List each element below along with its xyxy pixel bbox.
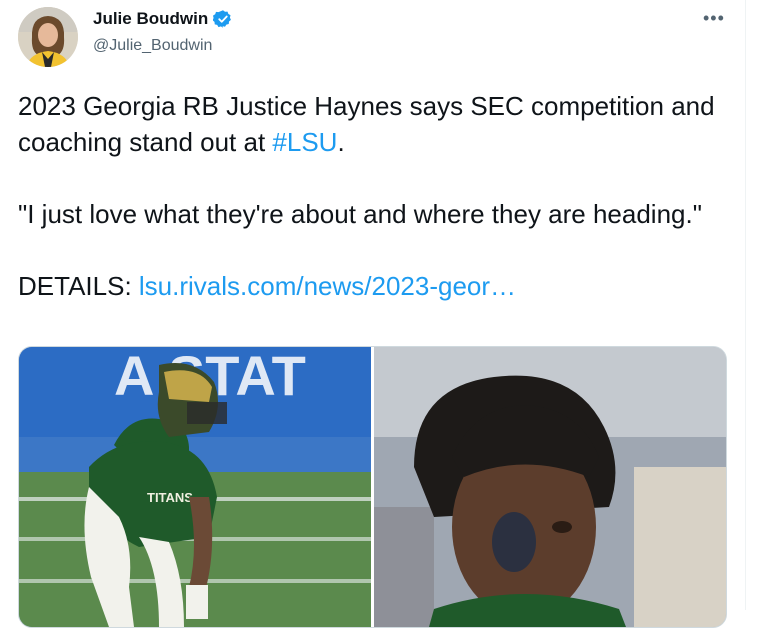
tweet-sentence: 2023 Georgia RB Justice Haynes says SEC … — [18, 91, 715, 157]
profile-photo-icon — [18, 7, 78, 67]
football-player-stance-photo[interactable]: A STAT TITANS — [19, 347, 371, 627]
tweet-paragraph-1: 2023 Georgia RB Justice Haynes says SEC … — [18, 88, 733, 160]
media-grid: A STAT TITANS — [18, 346, 727, 628]
hashtag-link[interactable]: #LSU — [272, 127, 337, 157]
player-portrait-image — [374, 347, 726, 627]
tweet-quote: "I just love what they're about and wher… — [18, 199, 702, 229]
details-link[interactable]: lsu.rivals.com/news/2023-geor… — [139, 271, 516, 301]
jersey-text: TITANS — [147, 490, 193, 505]
tweet-sentence-end: . — [337, 127, 345, 157]
player-portrait-photo[interactable] — [374, 347, 726, 627]
timeline-border — [745, 0, 746, 610]
author-handle[interactable]: @Julie_Boudwin — [93, 37, 212, 55]
tweet-details: DETAILS: lsu.rivals.com/news/2023-geor… — [18, 268, 733, 304]
author-name-row: Julie Boudwin — [93, 9, 233, 29]
details-label: DETAILS: — [18, 271, 139, 301]
verified-badge-icon — [213, 10, 232, 28]
football-stance-image: A STAT TITANS — [19, 347, 371, 627]
tweet-text: 2023 Georgia RB Justice Haynes says SEC … — [18, 88, 733, 304]
more-options-ellipsis-icon[interactable]: ••• — [703, 8, 725, 29]
author-avatar[interactable] — [18, 7, 78, 67]
author-display-name[interactable]: Julie Boudwin — [93, 9, 208, 29]
